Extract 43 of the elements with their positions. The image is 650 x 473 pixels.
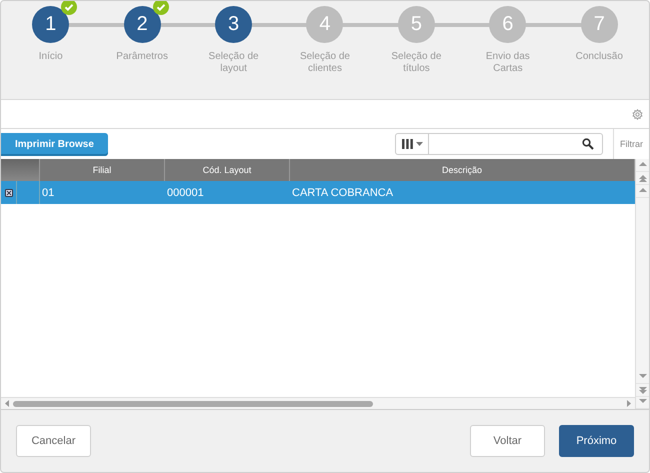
scrollbar-thumb[interactable]: [13, 400, 373, 406]
step-label: Envio das Cartas: [484, 51, 531, 75]
print-browse-button[interactable]: Imprimir Browse: [1, 132, 108, 156]
header-cell: [17, 159, 40, 181]
scroll-down-icon[interactable]: [638, 386, 646, 394]
table-cell: 000001: [165, 181, 290, 204]
scroll-left-icon[interactable]: [5, 400, 9, 407]
scroll-up-icon[interactable]: [638, 162, 646, 168]
settings-icon[interactable]: [632, 108, 643, 120]
step-circle: 4: [306, 6, 344, 43]
row-marker[interactable]: [1, 181, 17, 204]
search-icon[interactable]: [582, 138, 594, 150]
table-cell: CARTA COBRANCA: [290, 181, 635, 204]
scroll-up-icon[interactable]: [638, 174, 646, 182]
table-cell: 01: [40, 181, 165, 204]
column-header[interactable]: Descrição: [290, 159, 635, 181]
column-header[interactable]: Filial: [40, 159, 165, 181]
column-header[interactable]: Cód. Layout: [165, 159, 290, 181]
footer-button[interactable]: Cancelar: [16, 425, 91, 457]
step-circle: 7: [580, 6, 618, 43]
scroll-down-icon[interactable]: [638, 374, 646, 380]
step-label: Seleção de clientes: [298, 51, 351, 75]
horizontal-scrollbar[interactable]: [1, 397, 635, 409]
step-label: Conclusão: [574, 51, 624, 63]
columns-icon: [402, 139, 412, 149]
scroll-down-icon[interactable]: [638, 399, 646, 406]
next-button[interactable]: Próximo: [559, 425, 634, 457]
header-cell: [1, 159, 17, 181]
scroll-right-icon[interactable]: [627, 400, 631, 407]
step-circle: 6: [489, 6, 526, 43]
step-label: Parâmetros: [115, 51, 169, 63]
step-label: Seleção de títulos: [390, 51, 442, 75]
step-circle: 5: [398, 6, 435, 43]
table-cell: [17, 181, 40, 204]
scroll-up-icon[interactable]: [638, 188, 646, 194]
step-label: Seleção de layout: [208, 51, 260, 75]
footer-button[interactable]: Voltar: [470, 425, 545, 457]
step-label: Início: [38, 51, 64, 63]
caret-icon: [416, 142, 422, 146]
vertical-scrollbar[interactable]: [635, 159, 649, 397]
checkbox-icon: [4, 188, 12, 196]
step-circle: 3: [215, 6, 252, 43]
search-field[interactable]: [395, 133, 603, 155]
